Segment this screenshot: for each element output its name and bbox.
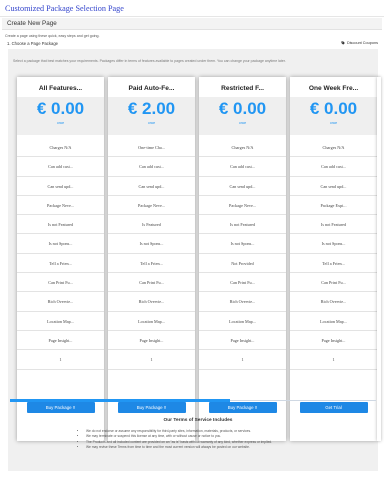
discount-coupons-link[interactable]: Discount Coupons — [341, 41, 378, 45]
price-box: € 2.00 once — [108, 97, 195, 135]
section-title: Create New Page — [7, 20, 57, 27]
feature-item: Can send upd... — [199, 177, 286, 196]
step-label: 1. Choose a Page Package — [7, 41, 58, 46]
feature-item: Is not Spons... — [199, 234, 286, 254]
package-name: Paid Auto-Fe... — [128, 85, 175, 92]
terms-item: We may revise these Terms from time to t… — [86, 445, 318, 450]
feature-item: Is not Spons... — [290, 234, 377, 254]
feature-item: Can add cust... — [108, 157, 195, 177]
feature-item: 1 — [199, 350, 286, 370]
feature-item: Can add cust... — [17, 157, 104, 177]
feature-item: Package Neve... — [17, 196, 104, 216]
feature-list: Charges N/A Can add cust... Can send upd… — [17, 138, 104, 370]
package-period: once — [56, 121, 65, 125]
buy-package-button[interactable]: Buy Package !! — [26, 402, 95, 413]
feature-item: Can add cust... — [199, 157, 286, 177]
package-price: € 2.00 — [127, 99, 176, 118]
feature-item: Tell a Frien... — [290, 254, 377, 274]
price-box: € 0.00 once — [17, 97, 104, 135]
get-trial-button[interactable]: Get Trial — [299, 402, 368, 413]
package-name: Restricted F... — [221, 85, 264, 92]
feature-item: Tell a Frien... — [17, 254, 104, 274]
package-panel: Select a package that best matches your … — [8, 49, 381, 471]
feature-item: Charges N/A — [199, 138, 286, 158]
package-period: once — [238, 121, 247, 125]
feature-item: Is not Featured — [290, 215, 377, 235]
feature-item: Page Insight... — [17, 331, 104, 351]
feature-list: Charges N/A Can add cust... Can send upd… — [290, 138, 377, 370]
terms-title: Our Terms of Service Includes — [163, 418, 233, 423]
feature-item: Tell a Frien... — [108, 254, 195, 274]
package-price: € 0.00 — [218, 99, 267, 118]
package-card: All Features... € 0.00 once Charges N/A … — [17, 77, 104, 441]
feature-item: Is not Featured — [199, 215, 286, 235]
feature-item: Is not Spons... — [108, 234, 195, 254]
feature-item: Package Neve... — [108, 196, 195, 216]
feature-item: Location Map... — [290, 312, 377, 331]
next-package-card-peek — [377, 77, 381, 441]
package-price: € 0.00 — [309, 99, 358, 118]
feature-item: Package Neve... — [199, 196, 286, 216]
page-title: Customized Package Selection Page — [5, 4, 124, 13]
package-period: once — [329, 121, 338, 125]
feature-item: Package Expi... — [290, 196, 377, 216]
feature-item: Location Map... — [199, 312, 286, 331]
feature-list: One-time Cha... Can add cust... Can send… — [108, 138, 195, 370]
package-card: Paid Auto-Fe... € 2.00 once One-time Cha… — [108, 77, 195, 441]
tag-icon — [341, 41, 345, 45]
feature-item: Not Provided — [199, 254, 286, 274]
package-price: € 0.00 — [36, 99, 85, 118]
feature-item: Location Map... — [108, 312, 195, 331]
feature-item: Page Insight... — [199, 331, 286, 351]
feature-item: One-time Cha... — [108, 138, 195, 158]
section-bar: Create New Page — [2, 18, 382, 30]
feature-item: 1 — [17, 350, 104, 370]
feature-item: Can Print Fu... — [199, 273, 286, 293]
package-card: One Week Fre... € 0.00 once Charges N/A … — [290, 77, 377, 441]
intro-text: Create a page using these quick, easy st… — [5, 34, 100, 38]
feature-item: Can send upd... — [290, 177, 377, 196]
feature-item: 1 — [108, 350, 195, 370]
price-box: € 0.00 once — [290, 97, 377, 135]
package-period: once — [147, 121, 156, 125]
feature-item: Can Print Fu... — [17, 273, 104, 293]
feature-item: Location Map... — [17, 312, 104, 331]
carousel-scroll-thumb[interactable] — [10, 399, 230, 402]
panel-description: Select a package that best matches your … — [13, 59, 286, 63]
package-card: Restricted F... € 0.00 once Charges N/A … — [199, 77, 286, 441]
feature-item: Rich Overvie... — [290, 292, 377, 312]
feature-item: Is not Featured — [17, 215, 104, 235]
feature-item: Page Insight... — [290, 331, 377, 351]
package-name: One Week Fre... — [308, 85, 359, 92]
feature-item: Page Insight... — [108, 331, 195, 351]
feature-item: Rich Overvie... — [108, 292, 195, 312]
feature-item: Charges N/A — [17, 138, 104, 158]
price-box: € 0.00 once — [199, 97, 286, 135]
buy-package-button[interactable]: Buy Package !! — [208, 402, 277, 413]
feature-item: Charges N/A — [290, 138, 377, 158]
feature-item: Can Print Fu... — [290, 273, 377, 293]
page-header: Customized Package Selection Page — [0, 0, 384, 17]
package-name: All Features... — [38, 85, 83, 92]
feature-item: Can Print Fu... — [108, 273, 195, 293]
feature-item: 1 — [290, 350, 377, 370]
feature-item: Is not Spons... — [17, 234, 104, 254]
terms-section: Our Terms of Service Includes We do not … — [78, 418, 318, 450]
buy-package-button[interactable]: Buy Package !! — [117, 402, 186, 413]
feature-item: Can send upd... — [108, 177, 195, 196]
feature-item: Rich Overvie... — [199, 292, 286, 312]
discount-coupons-label: Discount Coupons — [346, 41, 378, 45]
feature-list: Charges N/A Can add cust... Can send upd… — [199, 138, 286, 370]
feature-item: Can add cust... — [290, 157, 377, 177]
package-carousel: All Features... € 0.00 once Charges N/A … — [17, 77, 381, 441]
feature-item: Can send upd... — [17, 177, 104, 196]
feature-item: Is Featured — [108, 215, 195, 235]
terms-list: We do not endorse or assume any responsi… — [78, 429, 318, 450]
feature-item: Rich Overvie... — [17, 292, 104, 312]
